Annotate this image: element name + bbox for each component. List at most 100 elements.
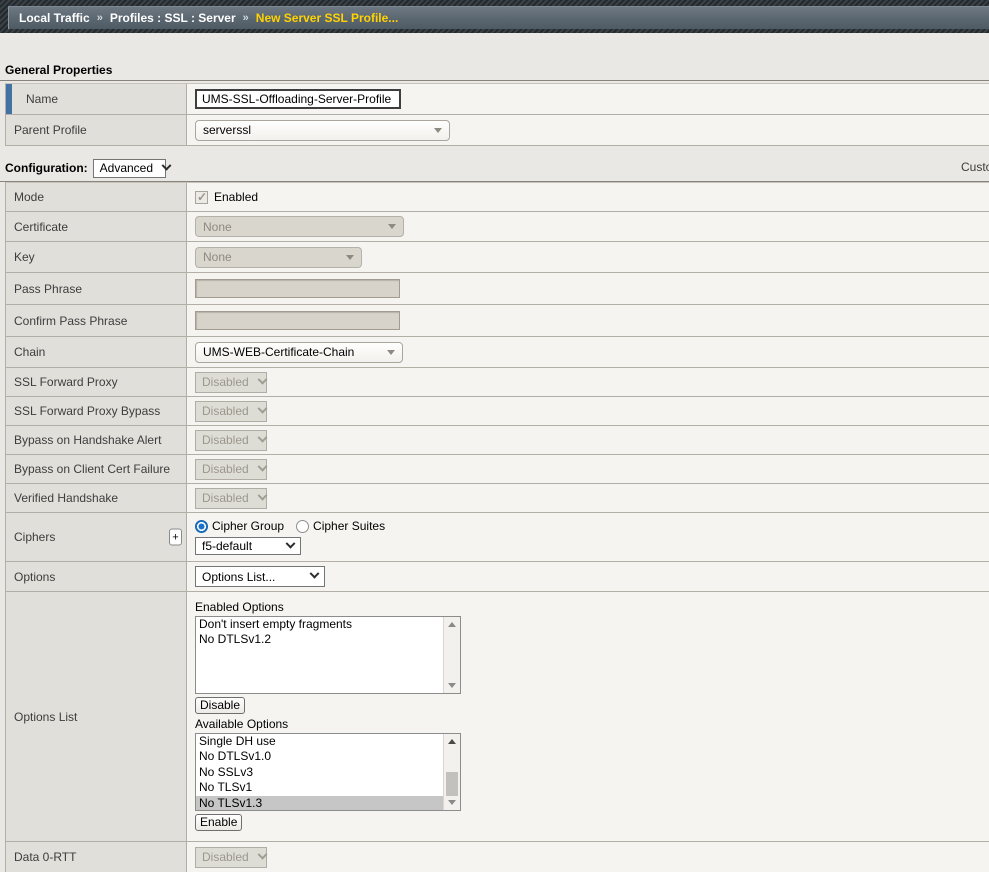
name-label: Name: [6, 84, 187, 114]
bypass-on-client-cert-failure-value-cell: Disabled: [187, 455, 989, 483]
name-value-cell: [187, 84, 989, 114]
options-select[interactable]: Options List...: [195, 566, 325, 587]
list-option[interactable]: Single DH use: [196, 734, 443, 750]
certificate-dropdown: None: [195, 216, 404, 237]
certificate-value-cell: None: [187, 212, 989, 241]
verified-handshake-label: Verified Handshake: [6, 484, 187, 512]
ssl-forward-proxy-bypass-value: Disabled: [202, 404, 249, 418]
confirm-pass-phrase-input: [195, 311, 400, 330]
bypass-on-handshake-alert-value-cell: Disabled: [187, 426, 989, 454]
disable-button[interactable]: Disable: [195, 697, 245, 714]
list-option[interactable]: Don't insert empty fragments: [196, 617, 443, 633]
ciphers-radio-group: Cipher Group Cipher Suites: [195, 519, 397, 533]
cipher-suites-radio[interactable]: Cipher Suites: [296, 519, 385, 533]
cipher-group-radio[interactable]: Cipher Group: [195, 519, 284, 533]
list-option[interactable]: No SSLv3: [196, 765, 443, 781]
list-option[interactable]: No TLSv1: [196, 780, 443, 796]
pass-phrase-value-cell: [187, 273, 989, 304]
certificate-dropdown-value: None: [203, 220, 232, 234]
data-0rtt-value: Disabled: [202, 850, 249, 864]
chevron-down-icon: [286, 538, 296, 548]
available-options-heading: Available Options: [195, 717, 288, 731]
parent-profile-dropdown[interactable]: serverssl: [195, 120, 450, 141]
table-row-mode: Mode Enabled: [6, 183, 989, 212]
general-properties-table: Name Parent Profile serverssl: [5, 83, 989, 146]
parent-profile-label: Parent Profile: [6, 115, 187, 145]
verified-handshake-value-cell: Disabled: [187, 484, 989, 512]
table-row-parent-profile: Parent Profile serverssl: [6, 115, 989, 146]
breadcrumb-section[interactable]: Local Traffic: [19, 11, 90, 25]
options-list-label: Options List: [6, 592, 187, 841]
options-label: Options: [6, 562, 187, 591]
key-label: Key: [6, 242, 187, 272]
chevron-down-icon: [310, 569, 320, 579]
scroll-up-icon[interactable]: [444, 734, 460, 749]
table-row-pass-phrase: Pass Phrase: [6, 273, 989, 305]
parent-profile-value-cell: serverssl: [187, 115, 989, 145]
confirm-pass-phrase-value-cell: [187, 305, 989, 336]
table-row-options: Options Options List...: [6, 562, 989, 592]
custom-column-header: Custom: [961, 160, 989, 174]
ciphers-expander-button[interactable]: +: [169, 529, 182, 546]
key-dropdown: None: [195, 247, 362, 268]
ssl-forward-proxy-value: Disabled: [202, 375, 249, 389]
confirm-pass-phrase-label: Confirm Pass Phrase: [6, 305, 187, 336]
chain-value-cell: UMS-WEB-Certificate-Chain: [187, 337, 989, 367]
ssl-forward-proxy-label: SSL Forward Proxy: [6, 368, 187, 396]
breadcrumb: Local Traffic » Profiles : SSL : Server …: [8, 6, 989, 29]
bypass-on-handshake-alert-label: Bypass on Handshake Alert: [6, 426, 187, 454]
scrollbar[interactable]: [443, 734, 460, 810]
table-row-certificate: Certificate None: [6, 212, 989, 242]
verified-handshake-select: Disabled: [195, 488, 267, 509]
configuration-heading: Configuration:: [5, 161, 88, 175]
mode-checkbox-label: Enabled: [214, 190, 258, 204]
scroll-up-icon[interactable]: [444, 617, 460, 632]
table-row-options-list: Options List Enabled Options Don't inser…: [6, 592, 989, 842]
cipher-group-select-value: f5-default: [202, 539, 252, 553]
list-option[interactable]: No DTLSv1.2: [196, 632, 443, 648]
table-row-name: Name: [6, 84, 989, 115]
chevron-down-icon: [257, 490, 267, 500]
available-options-listbox[interactable]: Single DH useNo DTLSv1.0No SSLv3No TLSv1…: [195, 733, 461, 811]
scrollbar-thumb[interactable]: [446, 772, 458, 796]
enabled-options-heading: Enabled Options: [195, 600, 284, 614]
bypass-on-client-cert-failure-select: Disabled: [195, 459, 267, 480]
mode-label: Mode: [6, 183, 187, 211]
enabled-options-listbox[interactable]: Don't insert empty fragmentsNo DTLSv1.2: [195, 616, 461, 694]
name-input[interactable]: [195, 89, 401, 109]
chain-label: Chain: [6, 337, 187, 367]
configuration-level-select[interactable]: Advanced: [93, 159, 166, 178]
scroll-down-icon[interactable]: [444, 795, 460, 810]
breadcrumb-separator: »: [97, 12, 103, 24]
data-0rtt-label: Data 0-RTT: [6, 842, 187, 872]
certificate-label: Certificate: [6, 212, 187, 241]
table-row-data-0rtt: Data 0-RTT Disabled: [6, 842, 989, 872]
configuration-level-value: Advanced: [100, 161, 153, 175]
enable-button[interactable]: Enable: [195, 814, 242, 831]
table-row-key: Key None: [6, 242, 989, 273]
table-row-bypass-on-client-cert-failure: Bypass on Client Cert Failure Disabled: [6, 455, 989, 484]
parent-profile-dropdown-value: serverssl: [203, 123, 251, 137]
breadcrumb-path[interactable]: Profiles : SSL : Server: [110, 11, 236, 25]
list-option[interactable]: No TLSv1.3: [196, 796, 443, 811]
scroll-down-icon[interactable]: [444, 678, 460, 693]
mode-checkbox: [195, 191, 208, 204]
radio-unselected-icon: [296, 520, 309, 533]
key-value-cell: None: [187, 242, 989, 272]
list-option[interactable]: No DTLSv1.0: [196, 749, 443, 765]
cipher-group-select[interactable]: f5-default: [195, 537, 301, 555]
configuration-table: Mode Enabled Certificate None Key None P…: [5, 182, 989, 872]
bypass-on-client-cert-failure-value: Disabled: [202, 462, 249, 476]
chevron-down-icon: [257, 461, 267, 471]
chevron-down-icon: [257, 849, 267, 859]
table-row-ssl-forward-proxy: SSL Forward Proxy Disabled: [6, 368, 989, 397]
configuration-heading-row: Configuration: Advanced Custom: [0, 155, 989, 182]
scrollbar[interactable]: [443, 617, 460, 693]
options-list-value-cell: Enabled Options Don't insert empty fragm…: [187, 592, 989, 841]
table-row-chain: Chain UMS-WEB-Certificate-Chain: [6, 337, 989, 368]
ssl-forward-proxy-bypass-label: SSL Forward Proxy Bypass: [6, 397, 187, 425]
dropdown-caret-icon: [387, 350, 395, 355]
data-0rtt-value-cell: Disabled: [187, 842, 989, 872]
bypass-on-client-cert-failure-label: Bypass on Client Cert Failure: [6, 455, 187, 483]
chain-dropdown[interactable]: UMS-WEB-Certificate-Chain: [195, 342, 403, 363]
